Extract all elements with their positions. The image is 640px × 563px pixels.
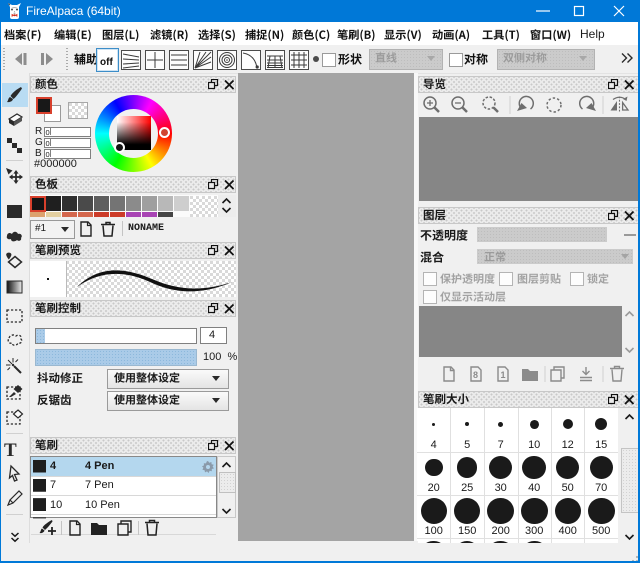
svg-text:1: 1 — [501, 370, 506, 380]
svg-text:8: 8 — [473, 370, 478, 380]
